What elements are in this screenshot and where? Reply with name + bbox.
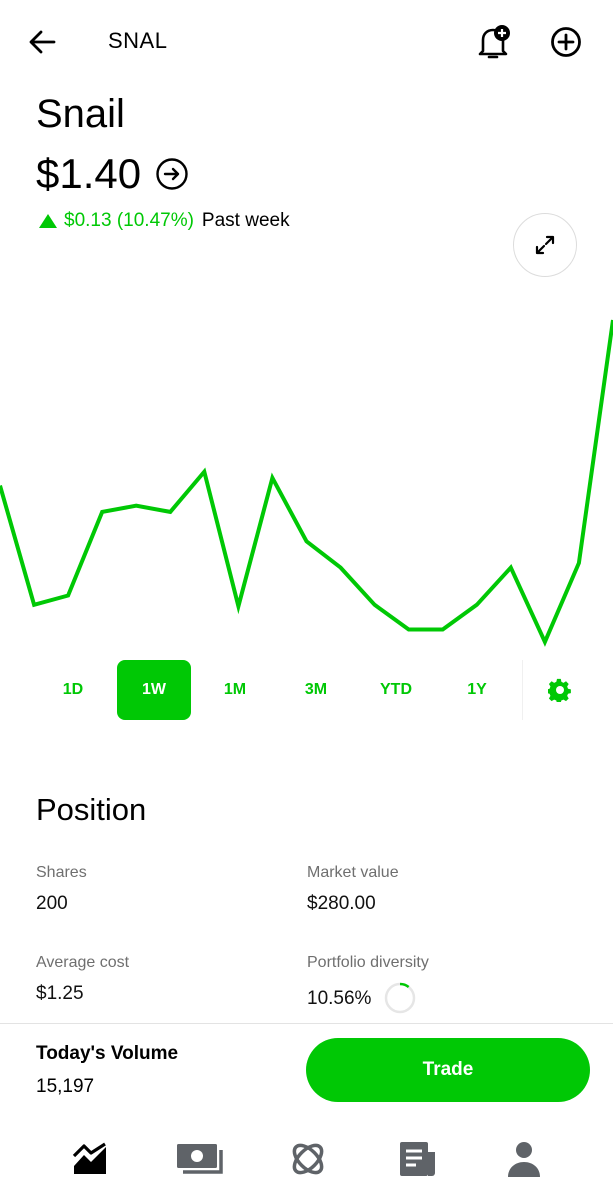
add-to-list-button[interactable] (546, 22, 586, 62)
volume-value: 15,197 (36, 1076, 95, 1097)
average-cost-label: Average cost (36, 954, 130, 971)
range-3m[interactable]: 3M (279, 660, 353, 720)
price-line (0, 319, 613, 647)
shares-value: 200 (36, 893, 68, 914)
add-alert-button[interactable] (472, 22, 514, 62)
footer-divider (0, 1023, 613, 1024)
cash-icon (177, 1144, 223, 1174)
change-amount: $0.13 (10.47%) (64, 210, 194, 231)
position-heading: Position (36, 792, 147, 827)
arrow-left-icon (29, 30, 56, 54)
range-selector: 1D 1W 1M 3M YTD 1Y (0, 660, 613, 720)
bell-plus-icon (478, 25, 510, 59)
range-1w[interactable]: 1W (117, 660, 191, 720)
market-value-label: Market value (307, 864, 399, 881)
range-1y[interactable]: 1Y (440, 660, 514, 720)
nav-investing[interactable] (62, 1136, 118, 1182)
price-value: $1.40 (36, 150, 142, 197)
trade-button[interactable]: Trade (306, 1038, 590, 1102)
volume-label: Today's Volume (36, 1043, 179, 1064)
stock-price: $1.40 (36, 150, 189, 198)
expand-chart-button[interactable] (513, 213, 577, 277)
range-1d[interactable]: 1D (36, 660, 110, 720)
portfolio-diversity: 10.56% (307, 982, 417, 1015)
crypto-icon (292, 1143, 324, 1175)
news-icon (400, 1142, 435, 1176)
chart-settings-button[interactable] (522, 660, 597, 720)
expand-icon (535, 235, 555, 255)
diversity-ring (385, 982, 416, 1014)
stock-name: Snail (36, 92, 125, 136)
nav-cash[interactable] (172, 1136, 228, 1182)
ticker-symbol: SNAL (108, 28, 168, 53)
arrow-right-circle-icon (156, 158, 188, 190)
price-chart[interactable] (0, 300, 613, 660)
plus-circle-icon (551, 27, 581, 57)
nav-account[interactable] (496, 1136, 552, 1182)
market-value: $280.00 (307, 893, 376, 914)
back-button[interactable] (22, 24, 62, 60)
shares-label: Shares (36, 864, 87, 881)
triangle-up-icon (39, 214, 57, 228)
average-cost-value: $1.25 (36, 983, 84, 1004)
nav-news[interactable] (390, 1136, 446, 1182)
change-period: Past week (201, 210, 290, 231)
price-detail-button[interactable] (155, 157, 189, 191)
nav-crypto[interactable] (280, 1136, 336, 1182)
account-icon (508, 1142, 540, 1177)
gear-icon (548, 678, 571, 702)
range-ytd[interactable]: YTD (359, 660, 433, 720)
portfolio-diversity-value: 10.56% (307, 988, 372, 1009)
chart-icon (72, 1142, 106, 1174)
portfolio-diversity-label: Portfolio diversity (307, 954, 429, 971)
range-1m[interactable]: 1M (198, 660, 272, 720)
price-change: $0.13 (10.47%) Past week (38, 210, 290, 232)
